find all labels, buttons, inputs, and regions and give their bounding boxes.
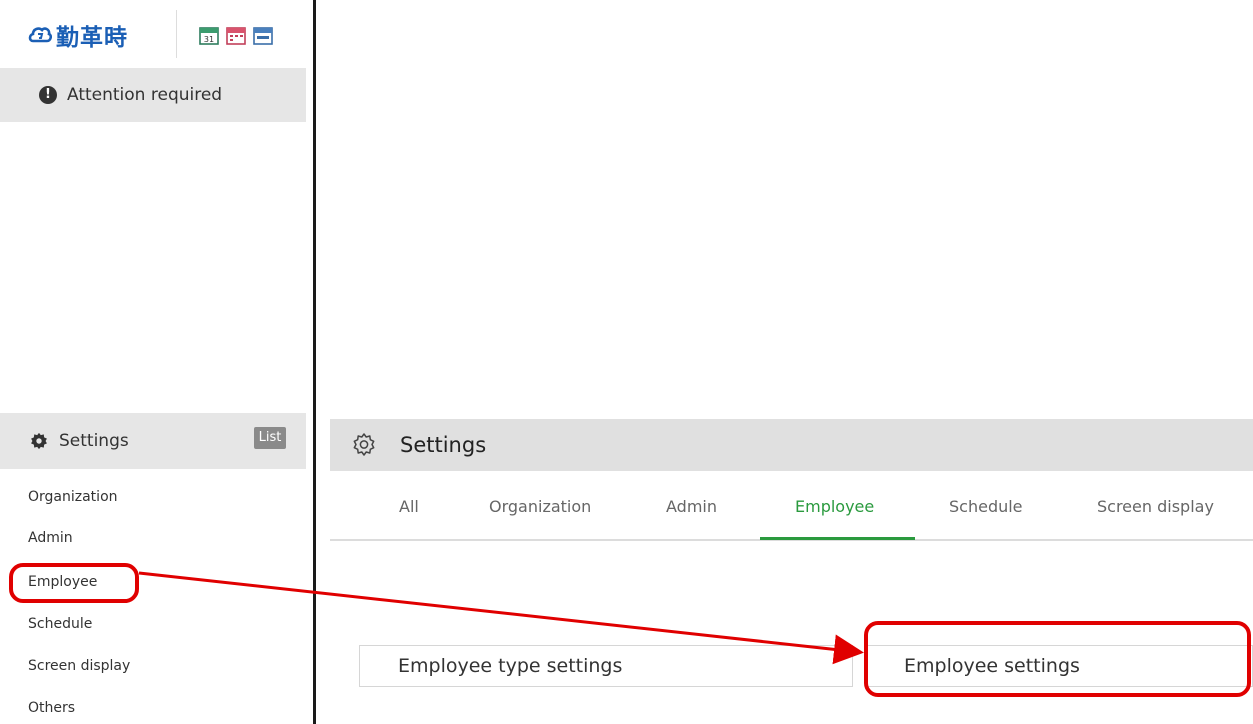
arrow-annotation bbox=[138, 571, 864, 665]
